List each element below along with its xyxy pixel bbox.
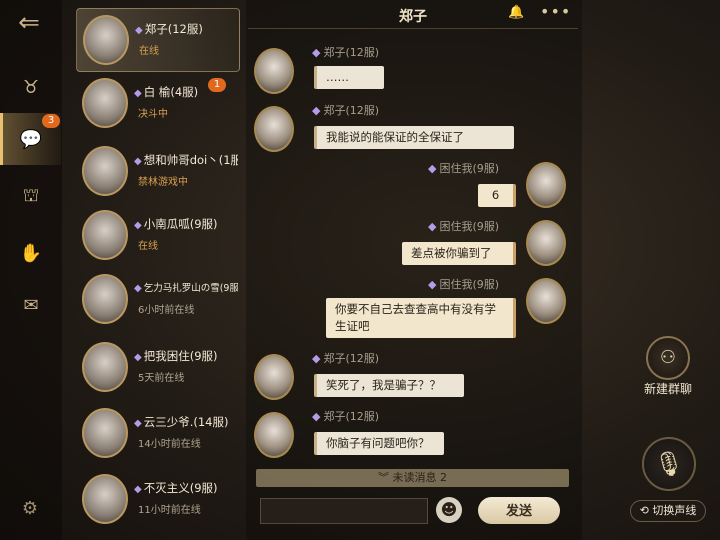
friend-item-baiyu[interactable]: ◆ 白 榆(4服) 决斗中 1 xyxy=(76,72,238,134)
friend-name: 乞力马扎罗山の雪(9服) xyxy=(143,283,238,294)
avatar[interactable] xyxy=(254,48,294,94)
friend-status: 禁林游戏中 xyxy=(138,177,188,188)
server-gem-icon: ◆ xyxy=(312,410,321,423)
message-sender: 困住我(9服) xyxy=(439,162,500,175)
avatar xyxy=(82,210,128,260)
message-bubble: 我能说的能保证的全保证了 xyxy=(314,126,514,149)
avatar[interactable] xyxy=(526,220,566,266)
message-bubble: 你要不自己去查查高中有没有学生证吧 xyxy=(326,298,516,338)
settings-gear-icon[interactable]: ⚙ xyxy=(18,498,42,522)
server-gem-icon: ◆ xyxy=(312,46,321,59)
bull-icon[interactable]: ♉ xyxy=(14,70,48,104)
new-group-label[interactable]: 新建群聊 xyxy=(636,380,700,397)
avatar[interactable] xyxy=(254,412,294,458)
chevron-down-icon: ︾ xyxy=(378,471,393,484)
chat-bubble-icon[interactable]: 💬 xyxy=(14,122,48,156)
friend-name: 白 榆(4服) xyxy=(143,85,199,99)
unread-label: 未读消息 2 xyxy=(392,471,448,484)
left-rail: ⇐ ♉ 💬 3 ⛫ ✋ ✉ ⚙ xyxy=(0,0,62,540)
message-bubble: …… xyxy=(314,66,384,89)
friend-item-xiaonangua[interactable]: ◆ 小南瓜呱(9服) 在线 xyxy=(76,204,238,266)
friend-status: 6小时前在线 xyxy=(138,305,195,316)
friend-list: ◆ 郑子(12服) 在线 ◆ 白 榆(4服) 决斗中 1 ◆ 想和帅哥doi丶(1服)… xyxy=(70,0,242,540)
message-bubble: 差点被你骗到了 xyxy=(402,242,516,265)
friend-status: 11小时前在线 xyxy=(138,505,201,516)
server-gem-icon: ◆ xyxy=(134,283,142,294)
message-bubble: 笑死了，我是骗子？？ xyxy=(314,374,464,397)
server-gem-icon: ◆ xyxy=(312,104,321,117)
friend-item-qilimazhaluo[interactable]: ◆ 乞力马扎罗山の雪(9服) 6小时前在线 xyxy=(76,268,238,330)
server-gem-icon: ◆ xyxy=(134,418,142,429)
server-gem-icon: ◆ xyxy=(134,352,142,363)
avatar[interactable] xyxy=(526,278,566,324)
friend-item-bawokunzhu[interactable]: ◆ 把我困住(9服) 5天前在线 xyxy=(76,336,238,398)
server-gem-icon: ◆ xyxy=(428,162,437,175)
friend-status: 5天前在线 xyxy=(138,373,185,384)
avatar xyxy=(83,15,129,65)
microphone-icon[interactable]: 🎙 xyxy=(642,437,696,491)
message-sender: 困住我(9服) xyxy=(439,278,500,291)
avatar[interactable] xyxy=(526,162,566,208)
friend-unread-badge: 1 xyxy=(208,78,226,92)
friend-name: 云三少爷.(14服) xyxy=(143,415,229,429)
message-bubble: 你脑子有问题吧你？ xyxy=(314,432,444,455)
avatar[interactable] xyxy=(254,106,294,152)
chat-title: 郑子 xyxy=(399,9,427,25)
friend-status: 决斗中 xyxy=(138,109,168,120)
castle-icon[interactable]: ⛫ xyxy=(14,180,48,214)
more-options-icon[interactable]: ••• xyxy=(540,2,571,21)
avatar xyxy=(82,342,128,392)
server-gem-icon: ◆ xyxy=(134,88,142,99)
server-gem-icon: ◆ xyxy=(134,156,142,167)
new-group-icon[interactable]: ⚇ xyxy=(646,336,690,380)
friend-name: 把我困住(9服) xyxy=(143,349,218,363)
refresh-icon: ⟲ xyxy=(639,504,653,517)
friend-status: 14小时前在线 xyxy=(138,439,201,450)
send-button[interactable]: 发送 xyxy=(478,497,560,524)
friend-item-bumiezhuyi[interactable]: ◆ 不灭主义(9服) 11小时前在线 xyxy=(76,468,238,530)
unread-messages-bar[interactable]: ︾ 未读消息 2 xyxy=(256,469,569,487)
mail-icon[interactable]: ✉ xyxy=(14,288,48,322)
bell-icon[interactable]: 🔔 xyxy=(508,5,524,20)
message-sender: 郑子(12服) xyxy=(323,46,380,59)
server-gem-icon: ◆ xyxy=(135,25,143,36)
message-sender: 困住我(9服) xyxy=(439,220,500,233)
friend-name: 小南瓜呱(9服) xyxy=(143,217,218,231)
server-gem-icon: ◆ xyxy=(428,278,437,291)
friend-item-zhengzi[interactable]: ◆ 郑子(12服) 在线 xyxy=(76,8,240,72)
chat-input[interactable] xyxy=(260,498,428,524)
hand-icon[interactable]: ✋ xyxy=(14,236,48,270)
chat-header: 郑子 🔔 ••• xyxy=(248,2,578,29)
friend-name: 不灭主义(9服) xyxy=(143,481,218,495)
friend-name: 郑子(12服) xyxy=(144,22,203,36)
friend-status: 在线 xyxy=(138,241,158,252)
message-bubble: 6 xyxy=(478,184,516,207)
back-arrow-icon[interactable]: ⇐ xyxy=(12,6,46,40)
chat-panel xyxy=(246,0,582,540)
avatar xyxy=(82,78,128,128)
switch-voice-button[interactable]: ⟲ 切换声线 xyxy=(630,500,706,522)
friend-item-xianghe[interactable]: ◆ 想和帅哥doi丶(1服) 禁林游戏中 xyxy=(76,140,238,202)
server-gem-icon: ◆ xyxy=(134,220,142,231)
avatar xyxy=(82,146,128,196)
message-sender: 郑子(12服) xyxy=(323,410,380,423)
avatar xyxy=(82,274,128,324)
server-gem-icon: ◆ xyxy=(428,220,437,233)
friend-name: 想和帅哥doi丶(1服) xyxy=(143,153,238,167)
avatar xyxy=(82,408,128,458)
message-sender: 郑子(12服) xyxy=(323,104,380,117)
server-gem-icon: ◆ xyxy=(312,352,321,365)
emoji-icon[interactable]: ☻ xyxy=(436,497,462,523)
friend-status: 在线 xyxy=(139,46,159,57)
avatar[interactable] xyxy=(254,354,294,400)
switch-voice-label: 切换声线 xyxy=(652,504,697,517)
avatar xyxy=(82,474,128,524)
friend-item-yunsanshaoye[interactable]: ◆ 云三少爷.(14服) 14小时前在线 xyxy=(76,402,238,464)
server-gem-icon: ◆ xyxy=(134,484,142,495)
message-sender: 郑子(12服) xyxy=(323,352,380,365)
chat-unread-badge: 3 xyxy=(42,114,60,128)
